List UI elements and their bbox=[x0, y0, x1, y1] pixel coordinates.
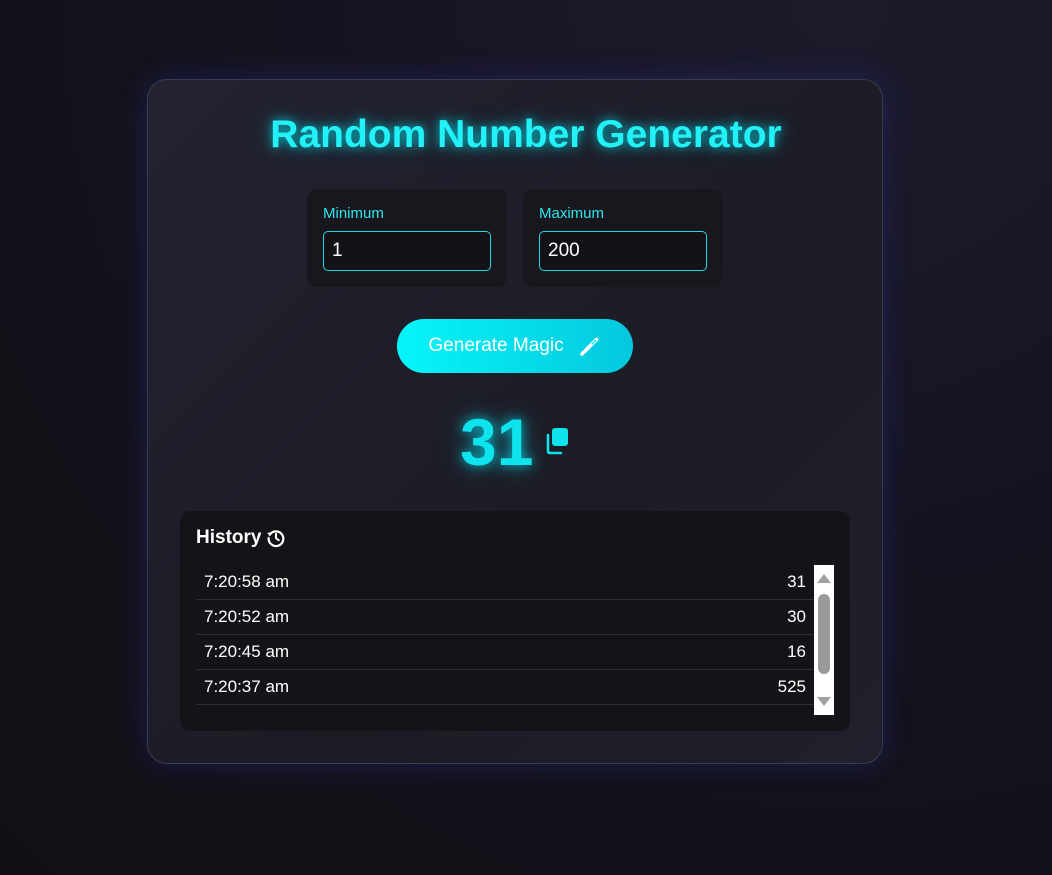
history-time: 7:20:52 am bbox=[204, 607, 290, 626]
history-value: 16 bbox=[787, 642, 806, 661]
scroll-up-arrow-icon[interactable] bbox=[817, 574, 831, 583]
history-header: History bbox=[196, 527, 287, 549]
history-panel: History 7:20:58 am 31 7:20:52 am 30 7:20… bbox=[180, 511, 850, 731]
copy-icon[interactable] bbox=[545, 426, 571, 456]
page-title: Random Number Generator bbox=[270, 113, 782, 156]
result-number: 31 bbox=[460, 405, 534, 479]
history-time: 7:20:58 am bbox=[204, 572, 290, 591]
history-row: 7:20:52 am 30 bbox=[196, 600, 814, 635]
minimum-input[interactable] bbox=[323, 231, 491, 271]
scroll-down-arrow-icon[interactable] bbox=[817, 697, 831, 706]
maximum-label: Maximum bbox=[539, 205, 605, 222]
history-value: 30 bbox=[787, 607, 806, 626]
generate-button[interactable]: Generate Magic bbox=[397, 319, 633, 373]
history-time: 7:20:37 am bbox=[204, 677, 290, 696]
history-title: History bbox=[196, 527, 262, 548]
history-icon bbox=[267, 530, 285, 548]
history-row: 7:20:37 am 525 bbox=[196, 670, 814, 705]
scrollbar-thumb[interactable] bbox=[818, 594, 830, 674]
history-row: 7:20:58 am 31 bbox=[196, 565, 814, 600]
history-value: 31 bbox=[787, 572, 806, 591]
history-value: 525 bbox=[777, 677, 806, 696]
history-time: 7:20:45 am bbox=[204, 642, 290, 661]
history-list[interactable]: 7:20:58 am 31 7:20:52 am 30 7:20:45 am 1… bbox=[196, 565, 814, 715]
generate-button-label: Generate Magic bbox=[428, 335, 564, 356]
maximum-input[interactable] bbox=[539, 231, 707, 271]
maximum-field-group: Maximum bbox=[523, 189, 723, 287]
minimum-field-group: Minimum bbox=[307, 189, 507, 287]
minimum-label: Minimum bbox=[323, 205, 384, 222]
wand-icon bbox=[579, 337, 598, 356]
history-scrollbar[interactable] bbox=[814, 565, 834, 715]
history-row: 7:20:45 am 16 bbox=[196, 635, 814, 670]
